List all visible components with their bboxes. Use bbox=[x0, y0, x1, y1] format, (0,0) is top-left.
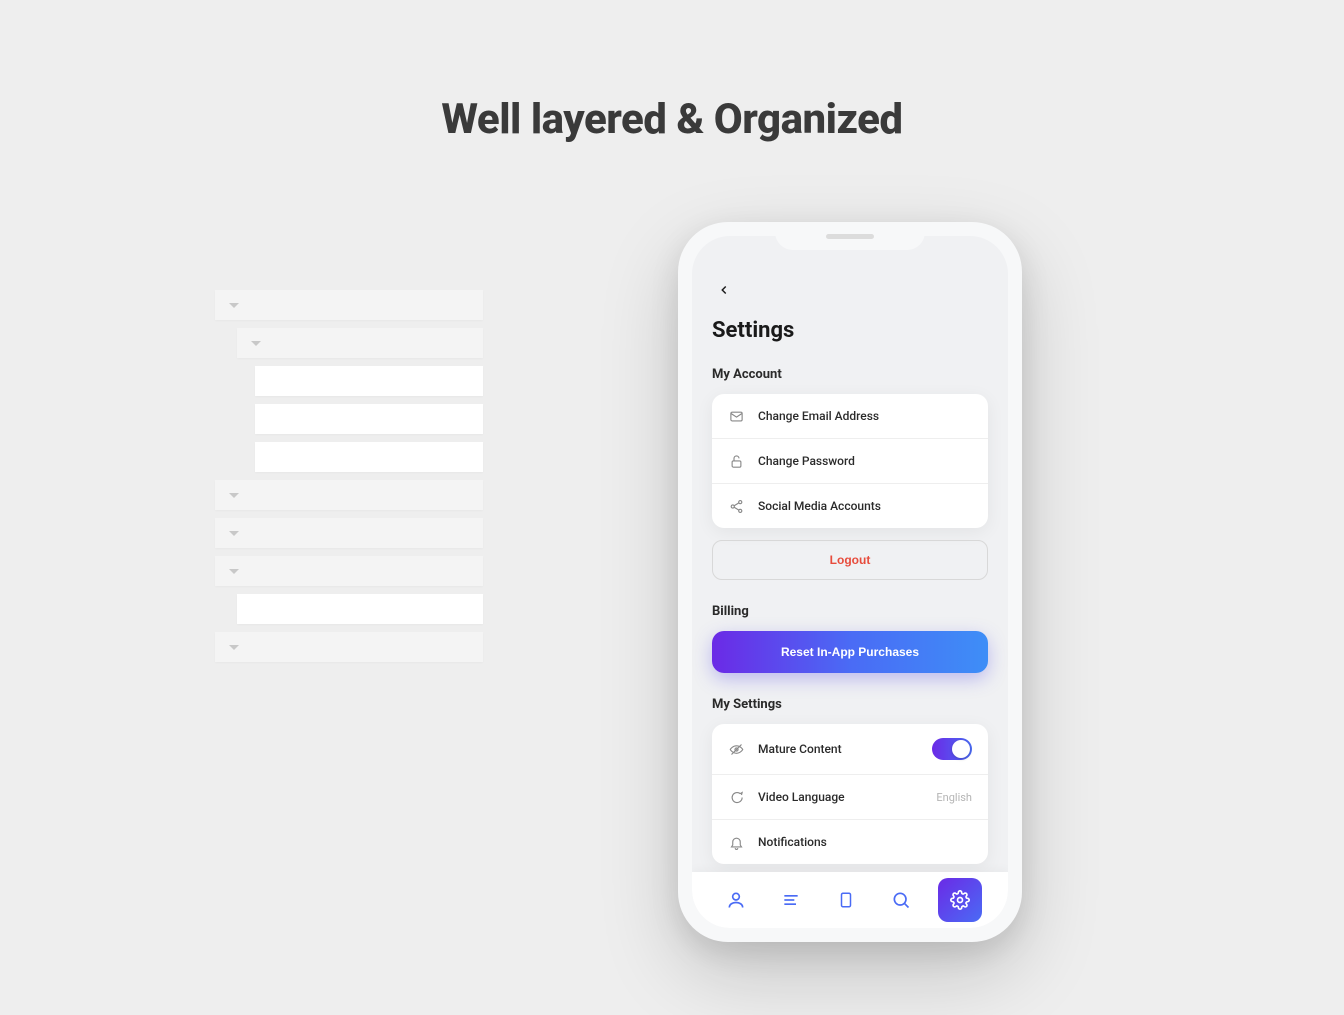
settings-card: Mature Content Video Language English No… bbox=[712, 724, 988, 864]
menu-icon bbox=[781, 890, 801, 910]
caret-down-icon bbox=[229, 303, 239, 308]
layer-row[interactable] bbox=[255, 442, 483, 472]
layer-row[interactable] bbox=[237, 594, 483, 624]
tab-profile[interactable] bbox=[718, 882, 754, 918]
search-icon bbox=[891, 890, 911, 910]
row-change-email[interactable]: Change Email Address bbox=[712, 394, 988, 439]
layer-row[interactable] bbox=[255, 366, 483, 396]
layers-panel bbox=[215, 290, 483, 670]
row-video-language[interactable]: Video Language English bbox=[712, 775, 988, 820]
row-social-accounts[interactable]: Social Media Accounts bbox=[712, 484, 988, 528]
row-label: Social Media Accounts bbox=[758, 499, 972, 513]
mail-icon bbox=[728, 408, 744, 424]
row-mature-content[interactable]: Mature Content bbox=[712, 724, 988, 775]
caret-down-icon bbox=[229, 531, 239, 536]
caret-down-icon bbox=[229, 493, 239, 498]
mature-content-toggle[interactable] bbox=[932, 738, 972, 760]
user-icon bbox=[726, 890, 746, 910]
share-icon bbox=[728, 498, 744, 514]
layer-row[interactable] bbox=[215, 556, 483, 586]
row-label: Change Email Address bbox=[758, 409, 972, 423]
layer-row[interactable] bbox=[215, 632, 483, 662]
layer-row[interactable] bbox=[215, 480, 483, 510]
phone-mockup: Settings My Account Change Email Address… bbox=[678, 222, 1022, 942]
row-label: Notifications bbox=[758, 835, 972, 849]
caret-down-icon bbox=[229, 569, 239, 574]
tab-search[interactable] bbox=[883, 882, 919, 918]
tab-bar bbox=[692, 872, 1008, 928]
eye-off-icon bbox=[728, 741, 744, 757]
layer-row[interactable] bbox=[215, 518, 483, 548]
row-change-password[interactable]: Change Password bbox=[712, 439, 988, 484]
phone-screen: Settings My Account Change Email Address… bbox=[692, 236, 1008, 928]
caret-down-icon bbox=[229, 645, 239, 650]
row-value: English bbox=[936, 791, 972, 804]
tab-bookmark[interactable] bbox=[828, 882, 864, 918]
row-label: Mature Content bbox=[758, 742, 932, 756]
layer-row[interactable] bbox=[215, 290, 483, 320]
section-label-billing: Billing bbox=[712, 604, 988, 619]
tab-settings[interactable] bbox=[938, 878, 982, 922]
gear-icon bbox=[950, 890, 970, 910]
layer-row[interactable] bbox=[237, 328, 483, 358]
phone-speaker bbox=[826, 234, 874, 239]
bell-icon bbox=[728, 834, 744, 850]
tab-feed[interactable] bbox=[773, 882, 809, 918]
lock-icon bbox=[728, 453, 744, 469]
page-heading: Well layered & Organized bbox=[0, 0, 1344, 144]
row-label: Video Language bbox=[758, 790, 936, 804]
account-card: Change Email Address Change Password Soc… bbox=[712, 394, 988, 528]
section-label-settings: My Settings bbox=[712, 697, 988, 712]
chat-icon bbox=[728, 789, 744, 805]
reset-purchases-button[interactable]: Reset In-App Purchases bbox=[712, 631, 988, 673]
row-notifications[interactable]: Notifications bbox=[712, 820, 988, 864]
row-label: Change Password bbox=[758, 454, 972, 468]
phone-notch bbox=[775, 222, 925, 250]
caret-down-icon bbox=[251, 341, 261, 346]
section-label-account: My Account bbox=[712, 367, 988, 382]
chevron-left-icon bbox=[717, 283, 731, 297]
layer-row[interactable] bbox=[255, 404, 483, 434]
screen-title: Settings bbox=[712, 318, 988, 343]
bookmark-icon bbox=[837, 890, 855, 910]
logout-button[interactable]: Logout bbox=[712, 540, 988, 580]
back-button[interactable] bbox=[712, 278, 736, 302]
